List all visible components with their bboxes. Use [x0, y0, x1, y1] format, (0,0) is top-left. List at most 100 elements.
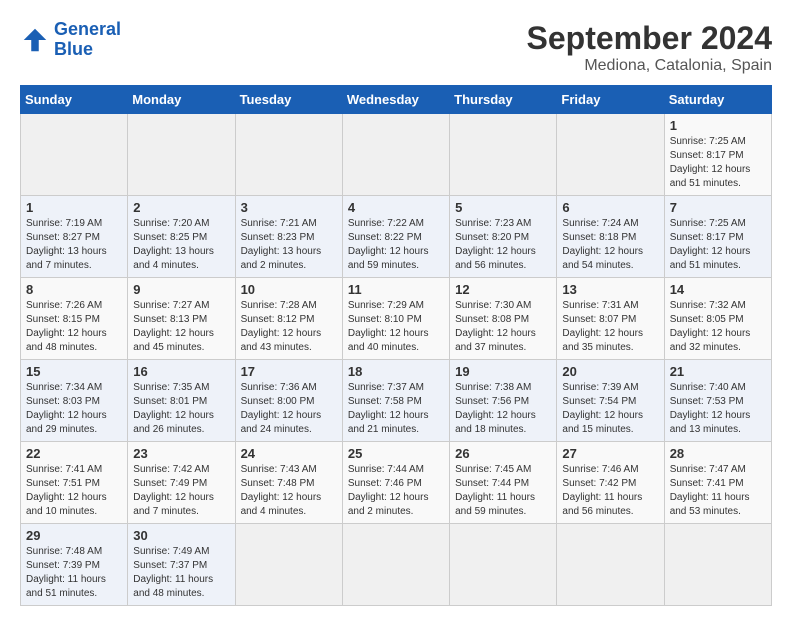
day-cell: 9 Sunrise: 7:27 AMSunset: 8:13 PMDaylight… [128, 278, 235, 360]
day-number: 6 [562, 200, 658, 215]
day-info: Sunrise: 7:29 AMSunset: 8:10 PMDaylight:… [348, 299, 444, 355]
day-info: Sunrise: 7:38 AMSunset: 7:56 PMDaylight:… [455, 381, 551, 437]
day-cell: 13Sunrise: 7:31 AMSunset: 8:07 PMDayligh… [557, 278, 664, 360]
day-number: 19 [455, 364, 551, 379]
day-info: Sunrise: 7:36 AMSunset: 8:00 PMDaylight:… [241, 381, 337, 437]
logo-text: General Blue [54, 20, 121, 60]
day-cell [664, 524, 771, 606]
day-info: Sunrise: 7:34 AMSunset: 8:03 PMDaylight:… [26, 381, 122, 437]
day-info: Sunrise: 7:47 AMSunset: 7:41 PMDaylight:… [670, 463, 766, 519]
day-info: Sunrise: 7:37 AMSunset: 7:58 PMDaylight:… [348, 381, 444, 437]
calendar-header: SundayMondayTuesdayWednesdayThursdayFrid… [21, 86, 772, 114]
day-info: Sunrise: 7:19 AMSunset: 8:27 PMDaylight:… [26, 217, 122, 273]
day-number: 15 [26, 364, 122, 379]
calendar-body: 1 Sunrise: 7:25 AMSunset: 8:17 PMDaylight… [21, 114, 772, 606]
day-info: Sunrise: 7:25 AMSunset: 8:17 PMDaylight:… [670, 217, 766, 273]
day-cell: 22 Sunrise: 7:41 AMSunset: 7:51 PMDayligh… [21, 442, 128, 524]
header-row: SundayMondayTuesdayWednesdayThursdayFrid… [21, 86, 772, 114]
day-number: 17 [241, 364, 337, 379]
day-info: Sunrise: 7:32 AMSunset: 8:05 PMDaylight:… [670, 299, 766, 355]
day-cell: 19 Sunrise: 7:38 AMSunset: 7:56 PMDayligh… [450, 360, 557, 442]
week-row-2: 1 Sunrise: 7:19 AMSunset: 8:27 PMDaylight… [21, 196, 772, 278]
day-info: Sunrise: 7:22 AMSunset: 8:22 PMDaylight:… [348, 217, 444, 273]
day-cell [557, 114, 664, 196]
day-number: 18 [348, 364, 444, 379]
day-info: Sunrise: 7:40 AMSunset: 7:53 PMDaylight:… [670, 381, 766, 437]
day-cell: 8Sunrise: 7:26 AMSunset: 8:15 PMDaylight… [21, 278, 128, 360]
week-row-1: 1 Sunrise: 7:25 AMSunset: 8:17 PMDaylight… [21, 114, 772, 196]
header-cell-thursday: Thursday [450, 86, 557, 114]
day-number: 5 [455, 200, 551, 215]
day-cell: 23Sunrise: 7:42 AMSunset: 7:49 PMDayligh… [128, 442, 235, 524]
day-number: 22 [26, 446, 122, 461]
header-cell-wednesday: Wednesday [342, 86, 449, 114]
day-info: Sunrise: 7:46 AMSunset: 7:42 PMDaylight:… [562, 463, 658, 519]
header-cell-friday: Friday [557, 86, 664, 114]
day-info: Sunrise: 7:30 AMSunset: 8:08 PMDaylight:… [455, 299, 551, 355]
day-info: Sunrise: 7:35 AMSunset: 8:01 PMDaylight:… [133, 381, 229, 437]
day-cell: 29 Sunrise: 7:48 AMSunset: 7:39 PMDayligh… [21, 524, 128, 606]
day-info: Sunrise: 7:43 AMSunset: 7:48 PMDaylight:… [241, 463, 337, 519]
day-cell: 15 Sunrise: 7:34 AMSunset: 8:03 PMDayligh… [21, 360, 128, 442]
header-cell-saturday: Saturday [664, 86, 771, 114]
day-cell: 4 Sunrise: 7:22 AMSunset: 8:22 PMDaylight… [342, 196, 449, 278]
day-info: Sunrise: 7:28 AMSunset: 8:12 PMDaylight:… [241, 299, 337, 355]
day-cell [235, 114, 342, 196]
day-cell [342, 524, 449, 606]
day-info: Sunrise: 7:39 AMSunset: 7:54 PMDaylight:… [562, 381, 658, 437]
day-cell: 16 Sunrise: 7:35 AMSunset: 8:01 PMDayligh… [128, 360, 235, 442]
day-info: Sunrise: 7:44 AMSunset: 7:46 PMDaylight:… [348, 463, 444, 519]
month-title: September 2024 [527, 20, 772, 57]
day-number: 26 [455, 446, 551, 461]
day-cell: 18 Sunrise: 7:37 AMSunset: 7:58 PMDayligh… [342, 360, 449, 442]
day-cell [235, 524, 342, 606]
day-info: Sunrise: 7:21 AMSunset: 8:23 PMDaylight:… [241, 217, 337, 273]
day-cell: 1 Sunrise: 7:25 AMSunset: 8:17 PMDaylight… [664, 114, 771, 196]
day-number: 27 [562, 446, 658, 461]
header-cell-monday: Monday [128, 86, 235, 114]
day-number: 29 [26, 528, 122, 543]
day-info: Sunrise: 7:20 AMSunset: 8:25 PMDaylight:… [133, 217, 229, 273]
day-number: 30 [133, 528, 229, 543]
day-cell: 10Sunrise: 7:28 AMSunset: 8:12 PMDayligh… [235, 278, 342, 360]
day-cell: 24 Sunrise: 7:43 AMSunset: 7:48 PMDayligh… [235, 442, 342, 524]
page-header: General Blue September 2024 Mediona, Cat… [20, 20, 772, 75]
day-info: Sunrise: 7:27 AMSunset: 8:13 PMDaylight:… [133, 299, 229, 355]
location: Mediona, Catalonia, Spain [527, 57, 772, 75]
week-row-5: 22 Sunrise: 7:41 AMSunset: 7:51 PMDayligh… [21, 442, 772, 524]
day-number: 11 [348, 282, 444, 297]
day-number: 4 [348, 200, 444, 215]
day-number: 21 [670, 364, 766, 379]
logo-icon [20, 25, 50, 55]
day-info: Sunrise: 7:26 AMSunset: 8:15 PMDaylight:… [26, 299, 122, 355]
day-number: 7 [670, 200, 766, 215]
day-number: 1 [26, 200, 122, 215]
day-cell [450, 524, 557, 606]
day-number: 1 [670, 118, 766, 133]
day-info: Sunrise: 7:48 AMSunset: 7:39 PMDaylight:… [26, 545, 122, 601]
day-cell: 3Sunrise: 7:21 AMSunset: 8:23 PMDaylight… [235, 196, 342, 278]
day-cell: 2Sunrise: 7:20 AMSunset: 8:25 PMDaylight… [128, 196, 235, 278]
day-info: Sunrise: 7:41 AMSunset: 7:51 PMDaylight:… [26, 463, 122, 519]
day-number: 16 [133, 364, 229, 379]
day-cell: 17 Sunrise: 7:36 AMSunset: 8:00 PMDayligh… [235, 360, 342, 442]
day-info: Sunrise: 7:49 AMSunset: 7:37 PMDaylight:… [133, 545, 229, 601]
week-row-6: 29 Sunrise: 7:48 AMSunset: 7:39 PMDayligh… [21, 524, 772, 606]
day-cell: 27 Sunrise: 7:46 AMSunset: 7:42 PMDayligh… [557, 442, 664, 524]
week-row-4: 15 Sunrise: 7:34 AMSunset: 8:03 PMDayligh… [21, 360, 772, 442]
day-info: Sunrise: 7:31 AMSunset: 8:07 PMDaylight:… [562, 299, 658, 355]
day-number: 14 [670, 282, 766, 297]
header-cell-tuesday: Tuesday [235, 86, 342, 114]
day-cell [557, 524, 664, 606]
day-number: 12 [455, 282, 551, 297]
day-number: 9 [133, 282, 229, 297]
week-row-3: 8Sunrise: 7:26 AMSunset: 8:15 PMDaylight… [21, 278, 772, 360]
day-number: 24 [241, 446, 337, 461]
day-cell: 1 Sunrise: 7:19 AMSunset: 8:27 PMDaylight… [21, 196, 128, 278]
day-number: 25 [348, 446, 444, 461]
logo: General Blue [20, 20, 121, 60]
title-block: September 2024 Mediona, Catalonia, Spain [527, 20, 772, 75]
day-cell [342, 114, 449, 196]
day-info: Sunrise: 7:25 AMSunset: 8:17 PMDaylight:… [670, 135, 766, 191]
day-cell: 11 Sunrise: 7:29 AMSunset: 8:10 PMDayligh… [342, 278, 449, 360]
